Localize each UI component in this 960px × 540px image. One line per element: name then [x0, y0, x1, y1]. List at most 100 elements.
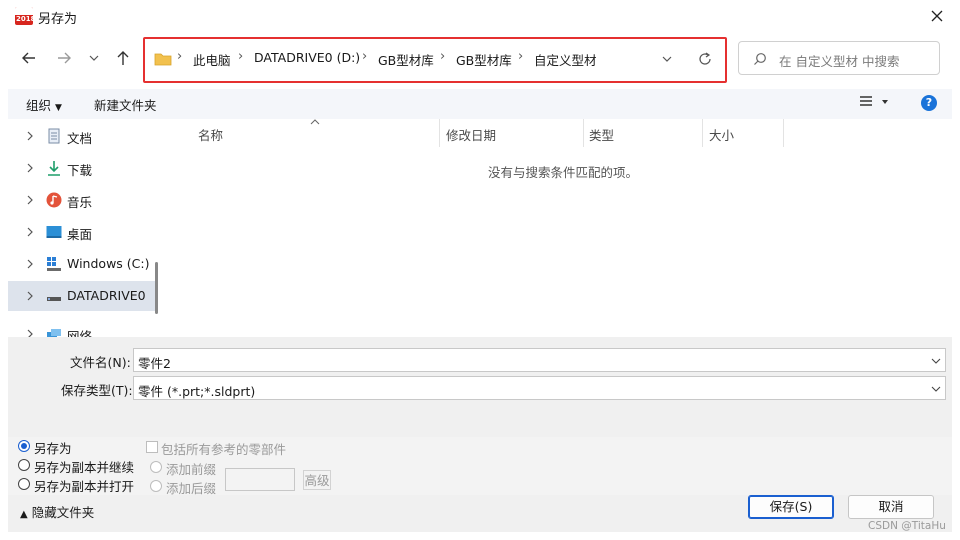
radio-save-copy-continue-label: 另存为副本并继续 — [34, 460, 135, 475]
include-refs-checkbox[interactable] — [146, 441, 158, 453]
back-button[interactable] — [18, 47, 40, 69]
breadcrumb-separator-icon: › — [440, 49, 446, 64]
radio-add-suffix[interactable] — [150, 480, 162, 492]
nav-item-desktop[interactable]: 桌面 — [8, 217, 156, 247]
advanced-button[interactable]: 高级 — [303, 470, 331, 490]
search-placeholder: 在 自定义型材 中搜索 — [779, 54, 900, 69]
list-view-icon — [860, 96, 888, 106]
nav-label: Windows (C:) — [67, 256, 150, 271]
nav-label: 桌面 — [67, 227, 93, 242]
sort-up-icon — [310, 119, 320, 125]
column-divider[interactable] — [583, 119, 584, 147]
breadcrumb-gb-library-sub[interactable]: GB型材库 — [456, 50, 512, 69]
chevron-down-icon — [89, 55, 99, 61]
radio-save-copy-open[interactable] — [18, 478, 30, 490]
solidworks-app-icon: 2018 — [15, 7, 33, 25]
chevron-right-icon — [27, 227, 33, 237]
caret-down-icon: ▼ — [55, 103, 62, 113]
breadcrumb-custom-profile[interactable]: 自定义型材 — [534, 50, 597, 69]
search-icon — [754, 53, 766, 65]
document-icon — [48, 128, 60, 144]
add-prefix-label: 添加前缀 — [166, 462, 217, 477]
up-button[interactable] — [112, 47, 134, 69]
chevron-right-icon — [27, 259, 33, 269]
hide-folders-label: 隐藏文件夹 — [31, 505, 95, 520]
nav-item-documents[interactable]: 文档 — [8, 121, 156, 151]
radio-save-as[interactable] — [18, 440, 30, 452]
help-icon[interactable]: ? — [921, 95, 937, 111]
breadcrumb-separator-icon: › — [238, 49, 244, 64]
refresh-icon[interactable] — [697, 51, 713, 67]
view-options-button[interactable] — [858, 93, 890, 111]
search-box[interactable]: 在 自定义型材 中搜索 — [738, 41, 940, 75]
folder-icon — [154, 53, 172, 66]
new-folder-button[interactable]: 新建文件夹 — [94, 95, 157, 114]
windows-drive-icon — [47, 257, 61, 271]
column-divider[interactable] — [783, 119, 784, 147]
address-bar[interactable]: › 此电脑 › DATADRIVE0 (D:) › GB型材库 › GB型材库 … — [150, 43, 722, 75]
empty-message: 没有与搜索条件匹配的项。 — [488, 165, 639, 180]
nav-item-windows-c[interactable]: Windows (C:) — [8, 249, 156, 279]
download-icon — [48, 161, 60, 176]
cancel-button[interactable]: 取消 — [848, 495, 934, 519]
close-icon — [931, 10, 943, 22]
breadcrumb-drive-d[interactable]: DATADRIVE0 (D:) — [254, 50, 360, 65]
column-divider[interactable] — [702, 119, 703, 147]
prefix-suffix-input[interactable] — [225, 468, 295, 491]
network-icon — [47, 329, 61, 337]
nav-label: 文档 — [67, 131, 93, 146]
filetype-value: 零件 (*.prt;*.sldprt) — [138, 384, 256, 399]
chevron-right-icon — [27, 329, 33, 337]
add-suffix-label: 添加后缀 — [166, 481, 217, 496]
nav-label: 音乐 — [67, 195, 93, 210]
nav-label: 网络 — [67, 329, 93, 337]
recent-locations-button[interactable] — [85, 47, 103, 69]
arrow-right-icon — [58, 52, 71, 64]
chevron-right-icon — [27, 291, 33, 301]
forward-button[interactable] — [53, 47, 75, 69]
nav-item-downloads[interactable]: 下载 — [8, 153, 156, 183]
chevron-down-icon[interactable] — [931, 357, 941, 365]
include-refs-label: 包括所有参考的零部件 — [161, 442, 287, 457]
column-divider[interactable] — [439, 119, 440, 147]
column-header-modified[interactable]: 修改日期 — [446, 125, 496, 144]
save-button[interactable]: 保存(S) — [748, 495, 834, 519]
nav-item-datadrive0[interactable]: DATADRIVE0 — [8, 281, 156, 311]
chevron-down-icon — [931, 386, 941, 392]
breadcrumb-this-pc[interactable]: 此电脑 — [193, 50, 231, 69]
nav-label: 下载 — [67, 163, 93, 178]
radio-add-prefix[interactable] — [150, 461, 162, 473]
chevron-up-icon: ▲ — [20, 509, 28, 520]
filename-label: 文件名(N): — [70, 355, 131, 370]
close-button[interactable] — [925, 5, 949, 27]
filename-field[interactable]: 零件2 — [133, 348, 946, 372]
breadcrumb-separator-icon: › — [362, 49, 368, 64]
app-icon-text: 2018 — [16, 15, 33, 23]
column-header-size[interactable]: 大小 — [709, 125, 734, 144]
nav-item-music[interactable]: 音乐 — [8, 185, 156, 215]
file-list: 名称 修改日期 类型 大小 没有与搜索条件匹配的项。 — [164, 119, 952, 337]
hide-folders-toggle[interactable]: ▲ 隐藏文件夹 — [20, 502, 94, 521]
filename-value: 零件2 — [138, 356, 171, 371]
organize-label: 组织 — [26, 98, 52, 113]
title-bar — [0, 0, 960, 32]
toolbar: 组织 ▼ 新建文件夹 — [8, 89, 952, 119]
nav-item-network[interactable]: 网络 — [8, 319, 156, 337]
csdn-watermark: CSDN @TitaHu — [868, 520, 946, 532]
address-history-chevron-icon[interactable] — [660, 53, 674, 65]
radio-save-copy-continue[interactable] — [18, 459, 30, 471]
breadcrumb-separator-icon: › — [177, 49, 183, 64]
window-title: 另存为 — [38, 12, 78, 27]
chevron-right-icon — [27, 131, 33, 141]
filetype-label: 保存类型(T): — [61, 383, 133, 398]
radio-save-copy-open-label: 另存为副本并打开 — [34, 479, 135, 494]
nav-label: DATADRIVE0 — [67, 288, 146, 303]
nav-pane-scrollbar[interactable] — [155, 262, 158, 314]
breadcrumb-separator-icon: › — [518, 49, 524, 64]
breadcrumb-gb-library[interactable]: GB型材库 — [378, 50, 434, 69]
organize-menu[interactable]: 组织 ▼ — [26, 95, 62, 114]
radio-save-as-label: 另存为 — [34, 441, 72, 456]
column-header-type[interactable]: 类型 — [589, 125, 614, 144]
column-header-name[interactable]: 名称 — [198, 125, 223, 144]
filetype-select[interactable]: 零件 (*.prt;*.sldprt) — [133, 376, 946, 400]
